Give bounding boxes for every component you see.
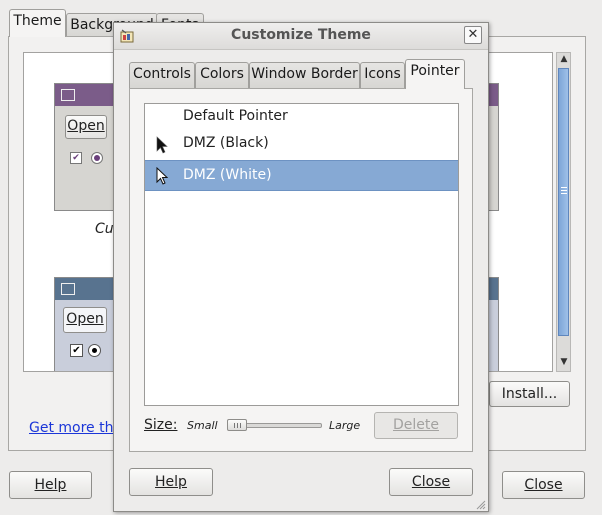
customize-theme-dialog: Customize Theme ✕ Controls Colors Window…	[113, 22, 489, 512]
tab-controls[interactable]: Controls	[129, 62, 195, 88]
size-slider[interactable]	[227, 419, 322, 431]
tab-pointer[interactable]: Pointer	[405, 59, 465, 89]
black-cursor-icon	[156, 136, 168, 154]
pointer-row-dmz-black[interactable]: DMZ (Black)	[145, 130, 458, 160]
tab-pointer-label: Pointer	[410, 63, 460, 79]
tab-icons-label: Icons	[364, 66, 401, 82]
scroll-thumb[interactable]	[558, 68, 569, 336]
white-cursor-icon	[156, 167, 168, 185]
size-large-label: Large	[329, 419, 361, 432]
size-small-label: Small	[187, 419, 218, 432]
install-button[interactable]: Install...	[489, 381, 570, 407]
tab-theme[interactable]: Theme	[9, 9, 66, 37]
tab-window-border-label: Window Border	[251, 66, 358, 82]
theme-list-scrollbar[interactable]: ▲ ▼	[556, 52, 571, 372]
install-button-label: Install...	[501, 386, 558, 402]
preview-open-label: Open	[67, 118, 105, 134]
delete-button-label: Delete	[393, 417, 439, 433]
dialog-close-icon[interactable]: ✕	[464, 26, 482, 44]
get-more-themes-link[interactable]: Get more the	[29, 420, 122, 436]
appearance-close-button[interactable]: Close	[502, 471, 585, 499]
pointer-label-dmz-black: DMZ (Black)	[183, 135, 269, 151]
preview-window-icon	[61, 89, 75, 101]
dialog-close-button[interactable]: Close	[389, 468, 473, 496]
theme-caption: Cu	[95, 221, 114, 237]
preview-checkbox: ✔	[70, 152, 82, 164]
dialog-help-label: Help	[155, 474, 187, 490]
tab-colors-label: Colors	[200, 66, 244, 82]
tab-colors[interactable]: Colors	[195, 62, 249, 88]
delete-button[interactable]: Delete	[374, 412, 458, 439]
pointer-row-default[interactable]: Default Pointer	[145, 104, 458, 128]
tab-theme-label: Theme	[13, 13, 62, 29]
preview-checkbox-blue: ✔	[70, 344, 83, 357]
pointer-list[interactable]: Default Pointer DMZ (Black) DMZ (White)	[144, 103, 459, 406]
dialog-close-label: Close	[411, 474, 451, 490]
preview-radio	[91, 152, 103, 164]
preview-window-icon-blue	[61, 283, 75, 295]
preview-open-button: Open	[65, 115, 107, 139]
scroll-up-icon[interactable]: ▲	[557, 54, 571, 64]
scroll-down-icon[interactable]: ▼	[557, 357, 571, 367]
appearance-help-label: Help	[34, 477, 67, 493]
pointer-row-dmz-white[interactable]: DMZ (White)	[145, 160, 458, 191]
preview-open-button-blue: Open	[63, 307, 107, 333]
tab-window-border[interactable]: Window Border	[249, 62, 360, 88]
pointer-label-dmz-white: DMZ (White)	[183, 167, 272, 183]
size-label: Size:	[144, 417, 178, 433]
dialog-title: Customize Theme	[231, 27, 371, 43]
resize-grip-icon[interactable]	[476, 499, 486, 510]
dialog-help-button[interactable]: Help	[129, 468, 213, 496]
size-slider-handle[interactable]	[227, 419, 247, 431]
appearance-help-button[interactable]: Help	[9, 471, 92, 499]
tab-icons[interactable]: Icons	[360, 62, 405, 88]
preview-open-label-blue: Open	[66, 311, 104, 327]
appearance-close-label: Close	[524, 477, 563, 493]
tab-controls-label: Controls	[133, 66, 191, 82]
preview-radio-blue	[88, 344, 101, 357]
pointer-label-default: Default Pointer	[183, 108, 288, 124]
dialog-titlebar[interactable]: Customize Theme ✕	[114, 23, 488, 50]
